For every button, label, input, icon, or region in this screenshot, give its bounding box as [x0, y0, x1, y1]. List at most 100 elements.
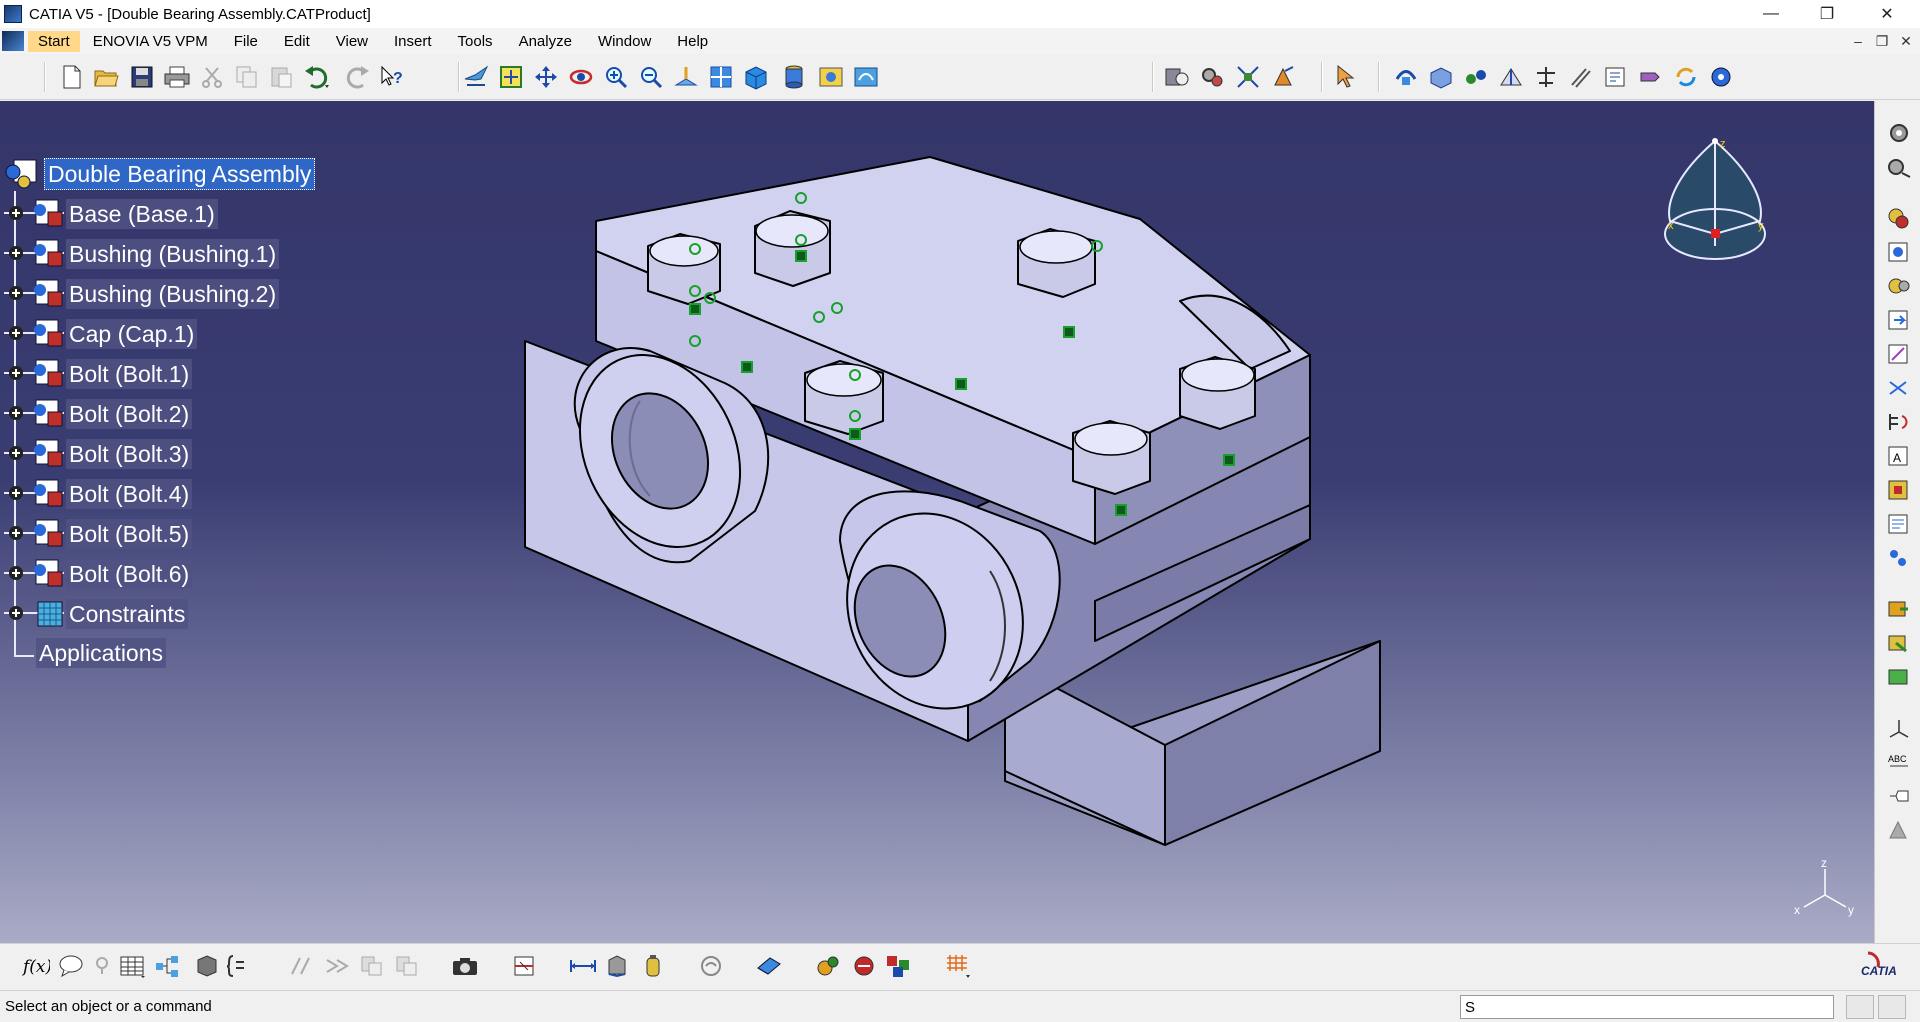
axis-system-icon[interactable] [1885, 714, 1913, 742]
doc-restore-button[interactable]: ❐ [1872, 31, 1892, 51]
close-button[interactable]: ✕ [1860, 0, 1914, 28]
rotate-icon[interactable] [567, 63, 595, 91]
annotation-text-icon[interactable]: ABC [1885, 748, 1913, 776]
menu-window[interactable]: Window [585, 33, 664, 50]
new-part-icon[interactable] [1885, 272, 1913, 300]
duplicate-icon[interactable] [393, 952, 421, 980]
tree-node-bushing-2[interactable]: Bushing (Bushing.2) [4, 278, 280, 310]
reuse-pattern-icon[interactable] [1672, 63, 1700, 91]
smart-move-icon[interactable] [1462, 63, 1490, 91]
print-icon[interactable] [163, 63, 191, 91]
tree-node-label[interactable]: Bolt (Bolt.6) [66, 559, 193, 589]
menu-enovia[interactable]: ENOVIA V5 VPM [80, 33, 221, 50]
tree-node-label[interactable]: Bushing (Bushing.1) [66, 239, 280, 269]
catalog-icon[interactable] [193, 952, 221, 980]
doc-minimize-button[interactable]: – [1848, 31, 1868, 51]
tree-node-base[interactable]: Base (Base.1) [4, 198, 218, 230]
snap-icon[interactable] [1427, 63, 1455, 91]
tree-node-label[interactable]: Base (Base.1) [66, 199, 218, 229]
contact-constraint-icon[interactable] [1532, 63, 1560, 91]
fit-all-in-icon[interactable] [497, 63, 525, 91]
catalog-browser-icon[interactable] [1163, 63, 1191, 91]
menu-start[interactable]: Start [28, 30, 80, 52]
swap-visible-space-icon[interactable] [852, 63, 880, 91]
new-product-icon[interactable] [1885, 238, 1913, 266]
shading-icon[interactable] [780, 63, 808, 91]
tree-node-bushing-1[interactable]: Bushing (Bushing.1) [4, 238, 280, 270]
update-icon[interactable] [1637, 63, 1665, 91]
3d-viewport[interactable]: Double Bearing Assembly Base (Base.1) Bu… [0, 101, 1874, 943]
tree-root-node[interactable]: Double Bearing Assembly [4, 158, 316, 190]
tree-node-bolt-4[interactable]: Bolt (Bolt.4) [4, 478, 193, 510]
zoom-out-icon[interactable] [637, 63, 665, 91]
design-table-icon[interactable] [118, 952, 146, 980]
selective-load-icon[interactable] [1885, 476, 1913, 504]
explode-icon[interactable] [1270, 63, 1298, 91]
tree-node-bolt-6[interactable]: Bolt (Bolt.6) [4, 558, 193, 590]
bearing-assembly-model[interactable] [0, 101, 1874, 943]
tree-node-label[interactable]: Bolt (Bolt.1) [66, 359, 193, 389]
manipulation-icon[interactable] [1392, 63, 1420, 91]
multi-instantiation-icon[interactable] [1885, 544, 1913, 572]
knowledge-tree-icon[interactable] [153, 952, 181, 980]
assembly-gear-icon[interactable] [1885, 119, 1913, 147]
open-file-icon[interactable] [93, 63, 121, 91]
minimize-button[interactable]: — [1744, 0, 1798, 28]
simulation-icon[interactable] [815, 952, 843, 980]
bill-of-material-icon[interactable] [1707, 63, 1735, 91]
tree-node-constraints[interactable]: Constraints [4, 598, 189, 630]
menu-analyze[interactable]: Analyze [506, 33, 585, 50]
measure-item-icon[interactable] [604, 952, 632, 980]
tree-node-label[interactable]: Bolt (Bolt.4) [66, 479, 193, 509]
menu-tools[interactable]: Tools [445, 33, 506, 50]
formula-icon[interactable]: f(x) [22, 952, 50, 980]
menu-file[interactable]: File [221, 33, 271, 50]
apply-material-icon[interactable] [755, 952, 783, 980]
normal-view-icon[interactable] [672, 63, 700, 91]
track-icon[interactable] [850, 952, 878, 980]
generate-numbering-icon[interactable]: A [1885, 442, 1913, 470]
tree-node-cap[interactable]: Cap (Cap.1) [4, 318, 198, 350]
doc-close-button[interactable]: ✕ [1896, 31, 1916, 51]
tree-node-label[interactable]: Bolt (Bolt.2) [66, 399, 193, 429]
compass-widget[interactable]: z x y [1660, 131, 1770, 281]
fly-mode-icon[interactable] [462, 63, 490, 91]
select-icon[interactable] [1332, 63, 1360, 91]
redo-icon[interactable] [343, 63, 371, 91]
light-icon[interactable] [88, 952, 116, 980]
existing-component-icon[interactable] [1885, 306, 1913, 334]
coincidence-constraint-icon[interactable] [1497, 63, 1525, 91]
copy-icon[interactable] [233, 63, 261, 91]
weld-planner-icon[interactable] [1885, 816, 1913, 844]
tree-root-label[interactable]: Double Bearing Assembly [44, 158, 316, 190]
menu-insert[interactable]: Insert [381, 33, 445, 50]
power-input-clear-button[interactable] [1846, 995, 1874, 1019]
tree-node-label[interactable]: Applications [36, 638, 167, 668]
paste-icon[interactable] [268, 63, 296, 91]
measure-inertia-icon[interactable] [639, 952, 667, 980]
tree-node-applications[interactable]: Applications [36, 638, 167, 668]
menu-edit[interactable]: Edit [271, 33, 323, 50]
menu-view[interactable]: View [323, 33, 381, 50]
grid-snap-icon[interactable] [944, 952, 972, 980]
offset-constraint-icon[interactable] [1567, 63, 1595, 91]
fit-in-all-icon[interactable] [1234, 63, 1262, 91]
change-constraint-icon[interactable] [1885, 629, 1913, 657]
menu-help[interactable]: Help [664, 33, 721, 50]
comment-icon[interactable] [57, 952, 85, 980]
power-input-field[interactable] [1460, 995, 1834, 1019]
multi-view-icon[interactable] [707, 63, 735, 91]
hide-show-icon[interactable] [817, 63, 845, 91]
capture-camera-icon[interactable] [451, 952, 479, 980]
new-file-icon[interactable] [58, 63, 86, 91]
tree-node-label[interactable]: Bushing (Bushing.2) [66, 279, 280, 309]
copy-paste-special-icon[interactable] [358, 952, 386, 980]
tree-node-label[interactable]: Cap (Cap.1) [66, 319, 198, 349]
rule-icon[interactable] [227, 952, 255, 980]
fix-component-icon[interactable] [1602, 63, 1630, 91]
gear-tools-icon[interactable] [1198, 63, 1226, 91]
tree-node-label[interactable]: Bolt (Bolt.3) [66, 439, 193, 469]
tree-node-bolt-1[interactable]: Bolt (Bolt.1) [4, 358, 193, 390]
tree-node-bolt-2[interactable]: Bolt (Bolt.2) [4, 398, 193, 430]
flag-note-icon[interactable] [1885, 782, 1913, 810]
